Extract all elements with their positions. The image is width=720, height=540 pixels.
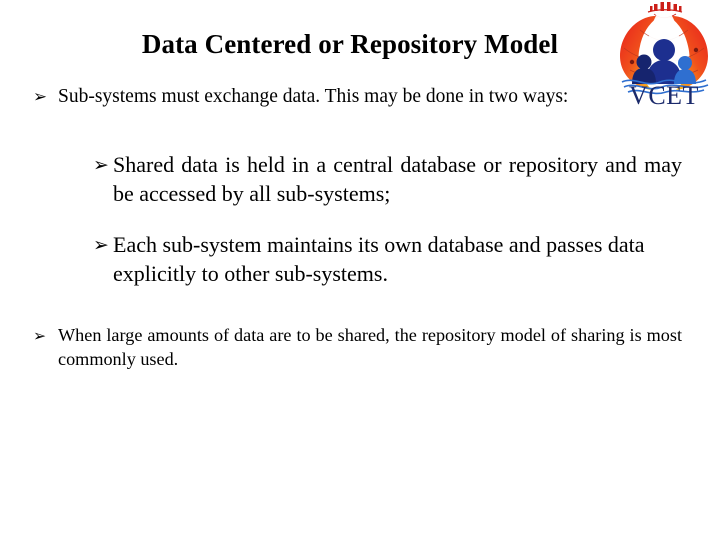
logo-dot-left bbox=[629, 59, 635, 65]
bullet-text-1: Sub-systems must exchange data. This may… bbox=[58, 86, 569, 107]
logo-dot-right bbox=[693, 47, 699, 53]
arrow-bullet-icon: ➢ bbox=[93, 154, 109, 177]
bullet-list: ➢ Sub-systems must exchange data. This ma… bbox=[0, 84, 720, 371]
bullet-text-2: Shared data is held in a central databas… bbox=[113, 151, 682, 206]
arrow-bullet-icon: ➢ bbox=[33, 325, 47, 345]
bullet-item-3: ➢ Each sub-system maintains its own datab… bbox=[0, 230, 720, 288]
bullet-text-4: When large amounts of data are to be sha… bbox=[58, 324, 682, 370]
bullet-item-1: ➢ Sub-systems must exchange data. This ma… bbox=[0, 84, 720, 110]
arrow-bullet-icon: ➢ bbox=[33, 85, 48, 106]
logo-figures bbox=[632, 39, 696, 84]
slide-canvas: Data Centered or Repository Model VCET ➢… bbox=[0, 0, 720, 540]
arrow-bullet-icon: ➢ bbox=[93, 234, 109, 257]
bullet-item-2: ➢ Shared data is held in a central databa… bbox=[0, 150, 720, 208]
bullet-text-3: Each sub-system maintains its own databa… bbox=[113, 231, 645, 286]
page-title: Data Centered or Repository Model bbox=[141, 29, 559, 59]
sub-bullet-group: ➢ Shared data is held in a central databa… bbox=[0, 150, 720, 288]
bullet-item-4: ➢ When large amounts of data are to be sh… bbox=[0, 323, 720, 371]
